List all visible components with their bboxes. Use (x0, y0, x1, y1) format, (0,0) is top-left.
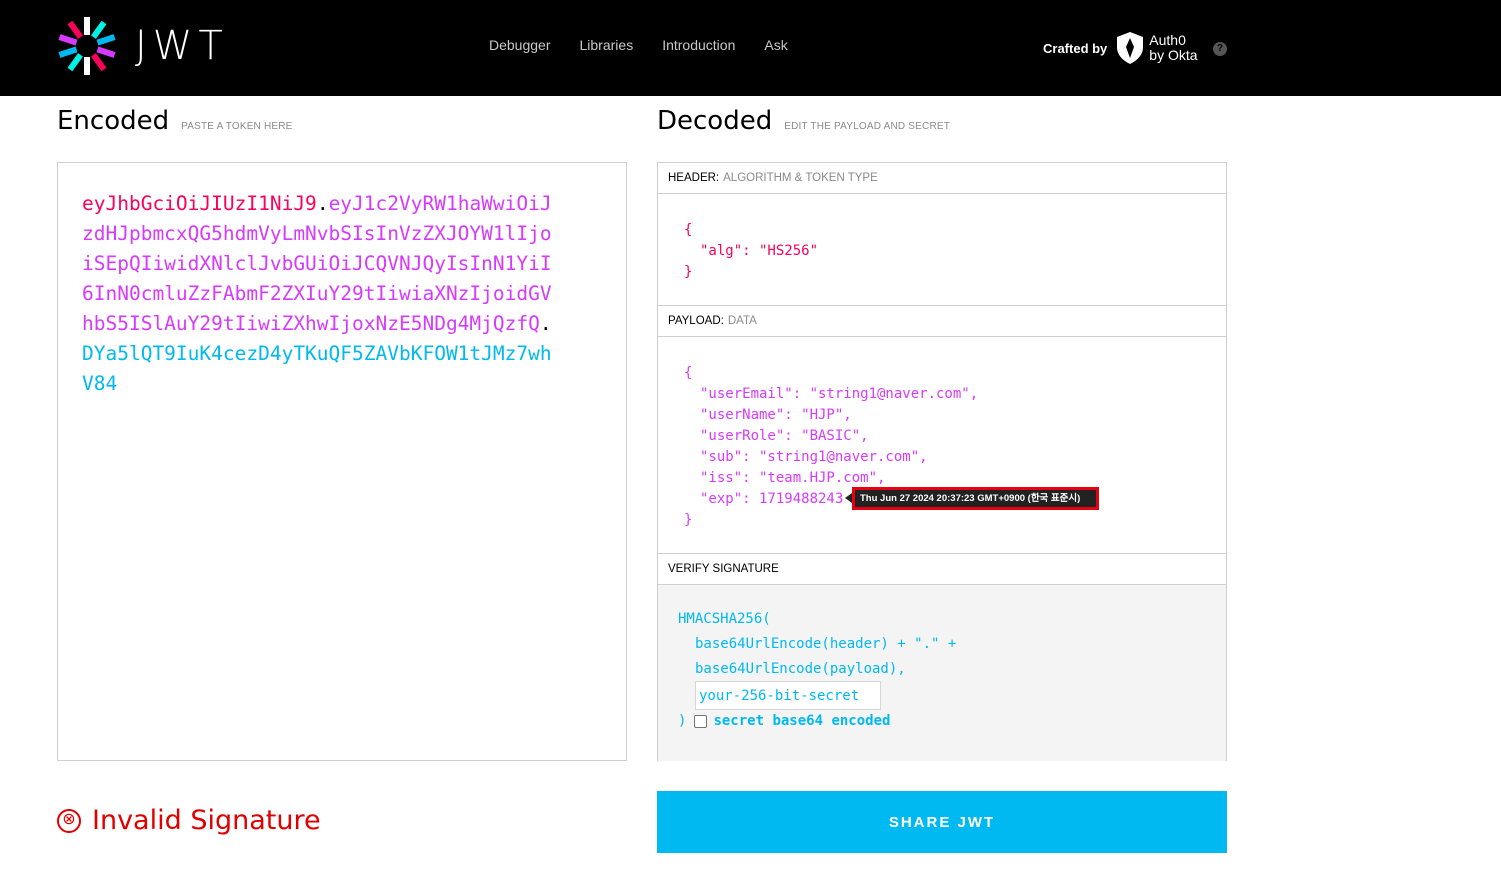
json-open-brace: { (684, 365, 693, 381)
json-close-brace: } (684, 264, 693, 280)
json-userrole-line: "userRole": "BASIC", (700, 428, 869, 444)
json-sub-line: "sub": "string1@naver.com", (700, 449, 928, 465)
decoded-title: Decoded (657, 106, 773, 136)
jwt-logo-text: JWT (135, 23, 229, 69)
token-dot-1: . (316, 192, 329, 215)
json-open-brace: { (684, 222, 693, 238)
nav-libraries[interactable]: Libraries (580, 37, 634, 53)
encoded-title-row: Encoded PASTE A TOKEN HERE (57, 106, 293, 136)
invalid-signature-text: Invalid Signature (92, 805, 321, 836)
payload-section-label: PAYLOAD: (668, 315, 724, 327)
auth0-line1: Auth0 (1149, 32, 1186, 48)
verify-close-paren: ) (678, 713, 687, 729)
json-close-brace: } (684, 512, 693, 528)
token-header-part: eyJhbGciOiJIUzI1NiJ9 (82, 192, 317, 215)
exp-date-tooltip: Thu Jun 27 2024 20:37:23 GMT+0900 (한국 표준… (852, 487, 1099, 510)
auth0-shield-icon (1117, 32, 1144, 64)
tooltip-arrow (845, 493, 852, 503)
verify-section-title: VERIFY SIGNATURE (658, 554, 1226, 585)
header-section-sub: ALGORITHM & TOKEN TYPE (723, 172, 878, 184)
secret-base64-label[interactable]: secret base64 encoded (713, 713, 890, 729)
crafted-by-label: Crafted by (1043, 40, 1108, 56)
token-dot-2: . (539, 312, 552, 335)
encoded-title: Encoded (57, 106, 170, 136)
verify-line-1: HMACSHA256( (678, 611, 771, 627)
token-signature-part: DYa5lQT9IuK4cezD4yTKuQF5ZAVbKFOW1tJMz7wh… (82, 342, 552, 395)
verify-signature-body: HMACSHA256( base64UrlEncode(header) + ".… (658, 585, 1226, 761)
encoded-subtitle: PASTE A TOKEN HERE (181, 121, 293, 132)
nav-ask[interactable]: Ask (764, 37, 787, 53)
verify-line-2: base64UrlEncode(header) + "." + (695, 636, 957, 652)
decoded-panel: HEADER: ALGORITHM & TOKEN TYPE { "alg": "… (657, 162, 1227, 761)
secret-input[interactable] (695, 681, 881, 710)
header-section-title: HEADER: ALGORITHM & TOKEN TYPE (658, 163, 1226, 194)
jwt-logo-icon (58, 17, 116, 75)
invalid-x-circle-icon: ⊗ (57, 808, 81, 833)
encoded-token-editor[interactable]: eyJhbGciOiJIUzI1NiJ9.eyJ1c2VyRW1haWwiOiJ… (57, 162, 627, 761)
main-nav: Debugger Libraries Introduction Ask (489, 37, 817, 53)
json-iss-line: "iss": "team.HJP.com", (700, 470, 886, 486)
auth0-by-okta-text: Auth0 by Okta (1149, 33, 1197, 63)
json-username-line: "userName": "HJP", (700, 407, 852, 423)
share-jwt-button[interactable]: SHARE JWT (657, 791, 1227, 853)
encoded-token-text[interactable]: eyJhbGciOiJIUzI1NiJ9.eyJ1c2VyRW1haWwiOiJ… (82, 189, 562, 399)
help-icon[interactable]: ? (1213, 42, 1227, 56)
nav-introduction[interactable]: Introduction (662, 37, 735, 53)
verify-code: HMACSHA256( base64UrlEncode(header) + ".… (678, 607, 956, 682)
header-json: { "alg": "HS256" } (684, 220, 818, 283)
nav-debugger[interactable]: Debugger (489, 37, 551, 53)
top-nav-bar: JWT Debugger Libraries Introduction Ask … (0, 0, 1501, 96)
payload-json-editor[interactable]: { "userEmail": "string1@naver.com", "use… (658, 337, 1226, 554)
verify-section-label: VERIFY SIGNATURE (668, 563, 779, 575)
signature-status: ⊗ Invalid Signature (57, 805, 321, 836)
header-section-label: HEADER: (668, 172, 720, 184)
payload-section-sub: DATA (727, 315, 757, 327)
json-useremail-line: "userEmail": "string1@naver.com", (700, 386, 979, 402)
exp-date-tooltip-text: Thu Jun 27 2024 20:37:23 GMT+0900 (한국 표준… (855, 490, 1096, 507)
decoded-subtitle: EDIT THE PAYLOAD AND SECRET (784, 121, 951, 132)
verify-close-row: ) secret base64 encoded (678, 713, 890, 729)
crafted-by[interactable]: Crafted by Auth0 by Okta (1043, 32, 1198, 64)
auth0-line2: by Okta (1149, 47, 1198, 63)
payload-section-title: PAYLOAD: DATA (658, 306, 1226, 337)
json-alg-line: "alg": "HS256" (700, 243, 819, 259)
secret-base64-checkbox[interactable] (694, 714, 708, 728)
verify-line-3: base64UrlEncode(payload), (695, 661, 906, 677)
jwt-logo[interactable]: JWT (57, 16, 229, 76)
header-json-editor[interactable]: { "alg": "HS256" } (658, 194, 1226, 306)
decoded-title-row: Decoded EDIT THE PAYLOAD AND SECRET (657, 106, 950, 136)
